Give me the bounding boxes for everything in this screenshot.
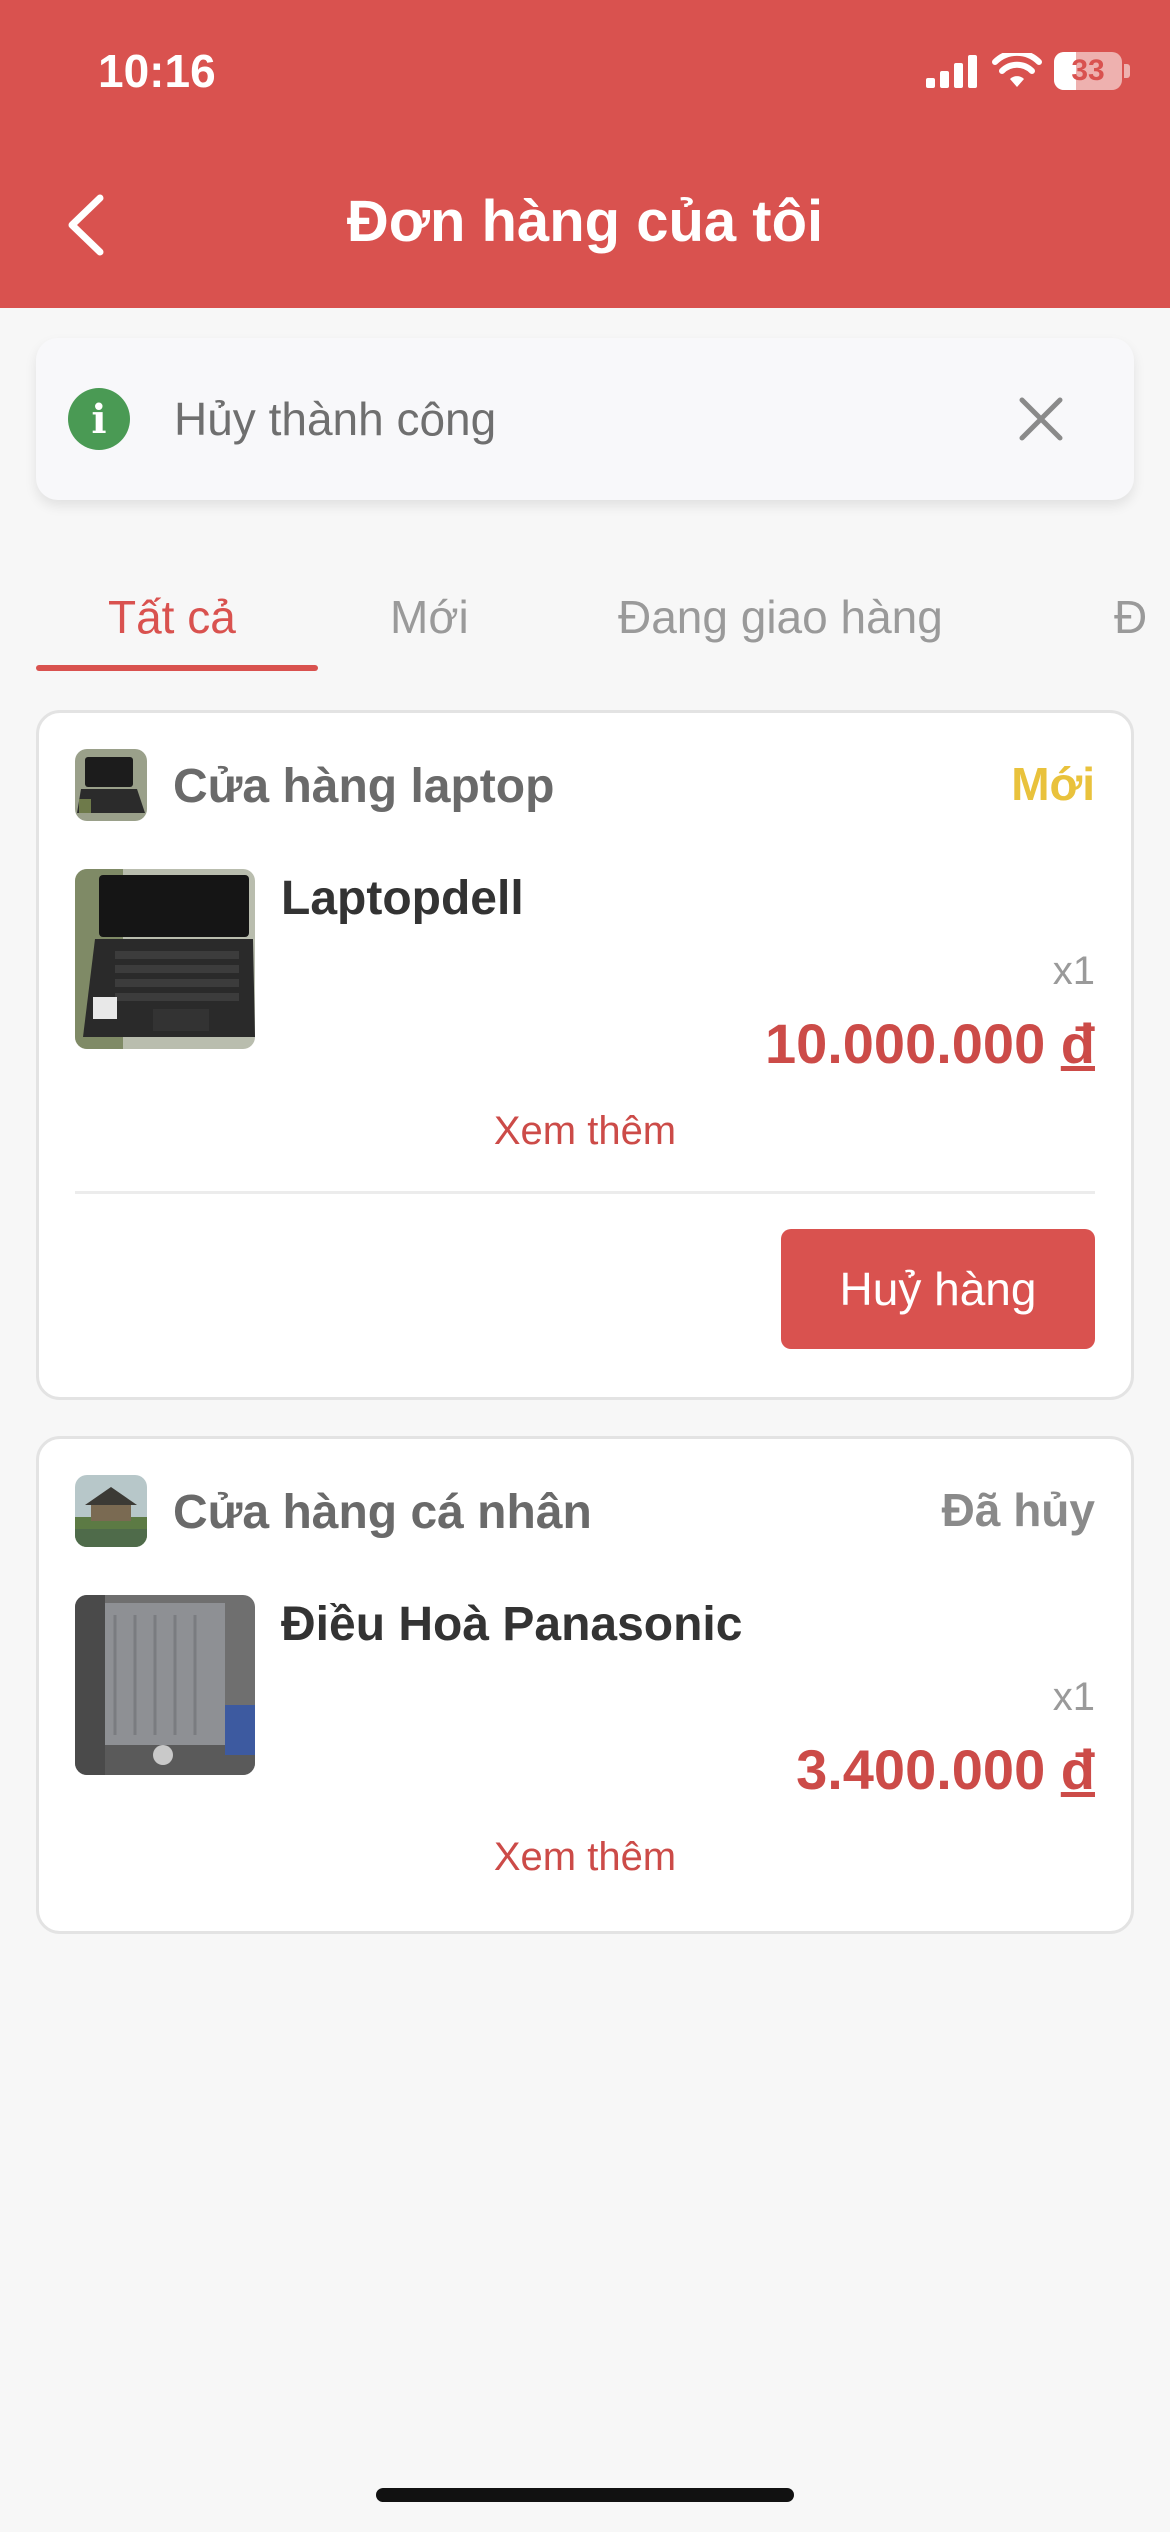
battery-icon: 33 bbox=[1054, 52, 1122, 90]
cellular-signal-icon bbox=[926, 55, 977, 88]
battery-tip bbox=[1124, 64, 1130, 78]
status-icons: 33 bbox=[926, 52, 1130, 90]
product-quantity: x1 bbox=[1052, 1675, 1095, 1719]
see-more-link[interactable]: Xem thêm bbox=[39, 1835, 1131, 1880]
tab-next[interactable]: Đ bbox=[1114, 590, 1147, 644]
active-tab-indicator bbox=[36, 665, 318, 671]
see-more-link[interactable]: Xem thêm bbox=[39, 1109, 1131, 1154]
product-price: 3.400.000 đ bbox=[796, 1737, 1095, 1802]
wifi-icon bbox=[992, 53, 1042, 87]
currency-symbol: đ bbox=[1060, 1012, 1095, 1075]
tab-shipping[interactable]: Đang giao hàng bbox=[618, 590, 943, 644]
order-card[interactable]: Cửa hàng cá nhân Đã hủy Điều Hoà Panason… bbox=[36, 1436, 1134, 1934]
price-value: 3.400.000 bbox=[796, 1738, 1046, 1801]
currency-symbol: đ bbox=[1060, 1738, 1095, 1801]
product-quantity: x1 bbox=[1052, 949, 1095, 993]
toast-notification: i Hủy thành công bbox=[36, 338, 1134, 500]
product-name: Điều Hoà Panasonic bbox=[281, 1598, 743, 1651]
store-name: Cửa hàng laptop bbox=[173, 760, 555, 813]
order-tabs: Tất cả Mới Đang giao hàng Đ bbox=[36, 560, 1170, 676]
app-header: 10:16 33 Đơn hàng của tôi bbox=[0, 0, 1170, 308]
divider bbox=[75, 1191, 1095, 1194]
info-icon: i bbox=[68, 388, 130, 450]
close-icon bbox=[1019, 397, 1063, 441]
store-avatar bbox=[75, 1475, 147, 1547]
toast-message: Hủy thành công bbox=[174, 393, 497, 445]
order-card[interactable]: Cửa hàng laptop Mới Laptopdell x1 10.000… bbox=[36, 710, 1134, 1400]
battery-level: 33 bbox=[1071, 54, 1105, 87]
price-value: 10.000.000 bbox=[764, 1012, 1046, 1075]
page-title: Đơn hàng của tôi bbox=[346, 189, 824, 254]
order-status: Đã hủy bbox=[941, 1484, 1095, 1536]
product-name: Laptopdell bbox=[281, 872, 524, 925]
order-status: Mới bbox=[1011, 758, 1095, 810]
product-image bbox=[75, 869, 255, 1049]
store-name: Cửa hàng cá nhân bbox=[173, 1486, 592, 1539]
product-image bbox=[75, 1595, 255, 1775]
cancel-order-button[interactable]: Huỷ hàng bbox=[781, 1229, 1095, 1349]
product-price: 10.000.000 đ bbox=[765, 1011, 1095, 1076]
store-avatar bbox=[75, 749, 147, 821]
home-indicator[interactable] bbox=[376, 2488, 794, 2502]
tab-new[interactable]: Mới bbox=[390, 590, 469, 644]
status-time: 10:16 bbox=[98, 45, 216, 97]
tab-all[interactable]: Tất cả bbox=[108, 590, 236, 644]
close-button[interactable] bbox=[1010, 388, 1072, 450]
